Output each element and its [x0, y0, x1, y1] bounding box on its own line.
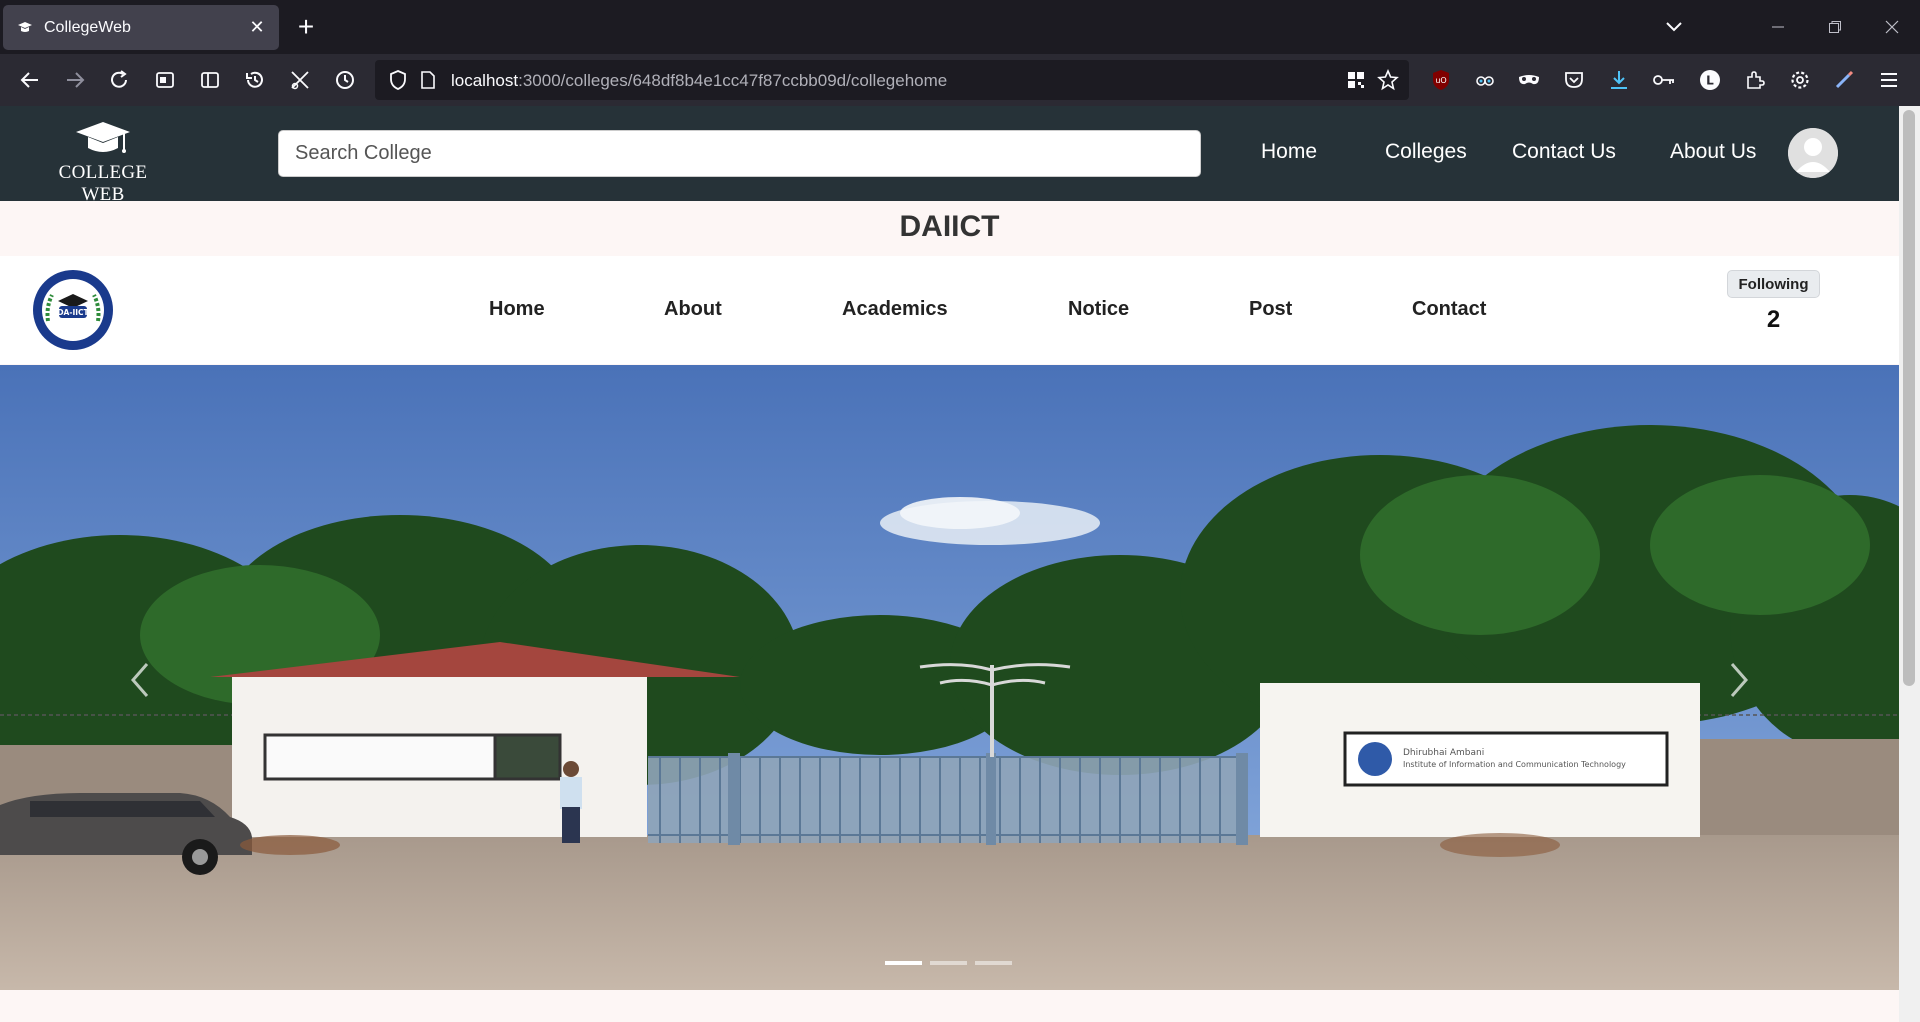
screenshot-icon[interactable]: [152, 67, 178, 93]
nav-colleges-link[interactable]: Colleges: [1385, 140, 1467, 164]
list-all-tabs-button[interactable]: [1659, 14, 1689, 40]
forward-icon[interactable]: [62, 67, 88, 93]
svg-text:uO: uO: [1435, 76, 1446, 85]
nav-contact-us-link[interactable]: Contact Us: [1512, 140, 1616, 164]
site-name: COLLEGE WEB: [58, 162, 148, 205]
clock-icon[interactable]: [332, 67, 358, 93]
qr-code-icon[interactable]: [1343, 67, 1369, 93]
user-avatar[interactable]: [1788, 128, 1838, 178]
college-logo[interactable]: DA-IICT: [32, 269, 114, 351]
settings-gear-icon[interactable]: [1787, 67, 1813, 93]
extension-tools-icon[interactable]: [287, 67, 313, 93]
scrollbar-thumb[interactable]: [1903, 110, 1915, 686]
ublock-icon[interactable]: uO: [1428, 67, 1454, 93]
site-logo[interactable]: COLLEGE WEB: [38, 120, 168, 205]
downloads-icon[interactable]: [1606, 67, 1632, 93]
bookmark-star-icon[interactable]: [1375, 67, 1401, 93]
url-text: localhost:3000/colleges/648df8b4e1cc47f8…: [451, 71, 948, 90]
site-header: COLLEGE WEB Home Colleges Contact Us Abo…: [0, 106, 1899, 205]
page-viewport: COLLEGE WEB Home Colleges Contact Us Abo…: [0, 106, 1899, 1022]
mask-icon[interactable]: [1516, 67, 1542, 93]
close-tab-icon[interactable]: ✕: [247, 17, 267, 38]
carousel-indicator-1[interactable]: [885, 961, 922, 965]
college-name-heading: DAIICT: [899, 210, 1000, 243]
close-window-button[interactable]: [1877, 14, 1907, 40]
nav-about-us-link[interactable]: About Us: [1670, 140, 1756, 164]
shield-icon[interactable]: [385, 67, 411, 93]
carousel-indicator-2[interactable]: [930, 961, 967, 965]
pocket-icon[interactable]: [1561, 67, 1587, 93]
image-carousel: Dhirubhai Ambani Institute of Informatio…: [0, 365, 1899, 990]
browser-tab-strip: CollegeWeb ✕ +: [0, 0, 1920, 54]
follower-count: 2: [1766, 306, 1781, 333]
extension-eyes-icon[interactable]: [1472, 67, 1498, 93]
address-bar[interactable]: localhost:3000/colleges/648df8b4e1cc47f8…: [375, 60, 1409, 100]
new-tab-button[interactable]: +: [291, 13, 321, 44]
tab-title: CollegeWeb: [44, 18, 131, 36]
carousel-next-button[interactable]: [1719, 655, 1759, 705]
college-nav-notice[interactable]: Notice: [1068, 298, 1129, 321]
college-nav-academics[interactable]: Academics: [842, 298, 948, 321]
svg-text:Dhirubhai Ambani: Dhirubhai Ambani: [1403, 748, 1484, 758]
key-icon[interactable]: [1651, 67, 1677, 93]
college-subnav-bar: DA-IICT Home About Academics Notice Post…: [0, 256, 1899, 364]
reload-icon[interactable]: [106, 67, 132, 93]
college-nav-about[interactable]: About: [664, 298, 722, 321]
college-nav-post[interactable]: Post: [1249, 298, 1292, 321]
sidebar-icon[interactable]: [197, 67, 223, 93]
svg-text:L: L: [1706, 74, 1714, 88]
graduation-cap-icon: [16, 19, 34, 37]
page-scrollbar[interactable]: [1899, 106, 1920, 1022]
extensions-puzzle-icon[interactable]: [1742, 67, 1768, 93]
color-picker-icon[interactable]: [1831, 67, 1857, 93]
chevron-left-icon: [131, 663, 149, 697]
college-nav-contact[interactable]: Contact: [1412, 298, 1486, 321]
user-silhouette-icon: [1788, 128, 1838, 178]
browser-tab[interactable]: CollegeWeb ✕: [3, 5, 279, 50]
page-info-icon[interactable]: [415, 67, 441, 93]
account-l-icon[interactable]: L: [1697, 67, 1723, 93]
graduation-cap-icon: [76, 122, 130, 153]
svg-text:Institute of Information and C: Institute of Information and Communicati…: [1403, 760, 1626, 769]
history-icon[interactable]: [242, 67, 268, 93]
chevron-right-icon: [1730, 663, 1748, 697]
carousel-prev-button[interactable]: [120, 655, 160, 705]
campus-gate-photo: Dhirubhai Ambani Institute of Informatio…: [0, 365, 1899, 990]
nav-home-link[interactable]: Home: [1261, 140, 1317, 164]
carousel-indicators: [885, 961, 1012, 965]
minimize-window-button[interactable]: [1763, 14, 1793, 40]
app-menu-icon[interactable]: [1876, 67, 1902, 93]
restore-window-button[interactable]: [1820, 14, 1850, 40]
browser-toolbar: localhost:3000/colleges/648df8b4e1cc47f8…: [0, 54, 1920, 106]
back-icon[interactable]: [17, 67, 43, 93]
following-button[interactable]: Following: [1727, 270, 1820, 298]
svg-text:DA-IICT: DA-IICT: [57, 308, 89, 317]
search-college-input[interactable]: [278, 130, 1201, 177]
college-nav-home[interactable]: Home: [489, 298, 545, 321]
carousel-indicator-3[interactable]: [975, 961, 1012, 965]
